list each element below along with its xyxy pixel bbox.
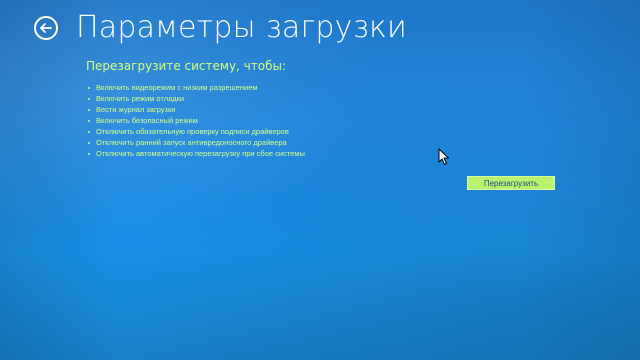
restart-instructions: Перезагрузите систему, чтобы: bbox=[86, 59, 287, 73]
back-arrow-icon bbox=[40, 23, 52, 33]
list-item: Вести журнал загрузки bbox=[86, 104, 506, 115]
list-item: Включить режим отладки bbox=[86, 93, 506, 104]
list-item: Включить видеорежим с низким разрешением bbox=[86, 82, 506, 93]
page-header: Параметры загрузки bbox=[34, 8, 407, 48]
restart-button[interactable]: Перезагрузить bbox=[467, 176, 555, 190]
back-button[interactable] bbox=[34, 16, 58, 40]
list-item: Включить безопасный режим bbox=[86, 115, 506, 126]
boot-options-panel: Перезагрузите систему, чтобы: Включить в… bbox=[86, 58, 506, 159]
list-item: Отключить обязательную проверку подписи … bbox=[86, 126, 506, 137]
list-item: Отключить ранний запуск антивредоносного… bbox=[86, 137, 506, 148]
page-title: Параметры загрузки bbox=[76, 10, 407, 45]
mouse-pointer-icon bbox=[438, 148, 449, 165]
